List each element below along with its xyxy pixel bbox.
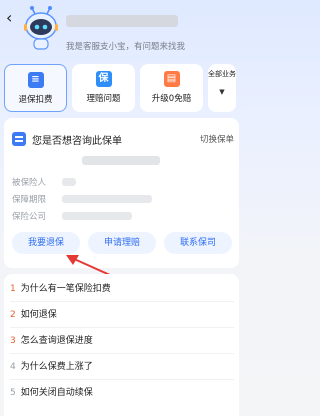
- faq-number: 2: [10, 310, 16, 320]
- policy-card: 您是否想咨询此保单 切换保单 被保险人 保障期限 保险公司 我要退保 申请理赔 …: [4, 118, 239, 268]
- faq-item[interactable]: 2 如何退保: [10, 302, 234, 328]
- faq-text: 怎么查询退保进度: [20, 336, 93, 346]
- faq-number: 4: [10, 362, 16, 372]
- user-name-redacted: [66, 15, 178, 27]
- faq-item[interactable]: 3 怎么查询退保进度: [10, 328, 234, 354]
- robot-avatar: [24, 6, 58, 50]
- policy-card-header: 您是否想咨询此保单 切换保单: [12, 132, 234, 147]
- quick-action-label: 升级0免赔: [151, 94, 192, 104]
- insured-label: 被保险人: [12, 178, 47, 188]
- faq-list: 1 为什么有一笔保险扣费 2 如何退保 3 怎么查询退保进度 4 为什么保费上涨了 5如…: [4, 274, 239, 416]
- coverage-period-value-redacted: [62, 195, 152, 203]
- chevron-left-icon: ‹: [6, 8, 13, 27]
- apply-claim-button[interactable]: 申请理赔: [88, 232, 156, 254]
- insurer-label: 保险公司: [12, 212, 47, 222]
- quick-action-label: 理赔问题: [86, 94, 121, 104]
- faq-number: 1: [10, 284, 16, 294]
- contact-insurer-button[interactable]: 联系保司: [164, 232, 232, 254]
- quick-action-label: 全部业务: [208, 70, 236, 78]
- quick-action-upgrade[interactable]: ▤ 升级0免赔: [140, 64, 203, 112]
- faq-text: 为什么保费上涨了: [20, 362, 93, 372]
- quick-actions: ≡ 退保扣费 保 理赔问题 ▤ 升级0免赔 全部业务 ▼: [4, 64, 243, 112]
- policy-card-title: 您是否想咨询此保单: [32, 136, 122, 147]
- faq-item[interactable]: 5 如何关闭自动续保: [10, 380, 234, 406]
- faq-number: 3: [10, 336, 16, 346]
- faq-item[interactable]: 1 为什么有一笔保险扣费: [10, 276, 234, 302]
- assistant-greeting: 我是客服支小宝，有问题来找我: [66, 42, 186, 52]
- coverage-period-label: 保障期限: [12, 195, 47, 205]
- chevron-down-icon: ▼: [219, 88, 225, 96]
- faq-number: 5: [10, 388, 16, 398]
- book-icon: ▤: [163, 71, 180, 87]
- faq-text: 如何退保: [20, 310, 57, 320]
- insured-value-redacted: [62, 178, 76, 186]
- faq-text: 为什么有一笔保险扣费: [20, 284, 111, 294]
- switch-policy-link[interactable]: 切换保单: [200, 133, 234, 145]
- all-services-button[interactable]: 全部业务 ▼: [208, 64, 236, 112]
- document-icon: [12, 132, 26, 146]
- quick-action-claims[interactable]: 保 理赔问题: [72, 64, 135, 112]
- faq-item[interactable]: 4 为什么保费上涨了: [10, 354, 234, 380]
- quick-action-label: 退保扣费: [18, 95, 53, 105]
- insurer-value-redacted: [62, 212, 132, 220]
- bao-icon: 保: [95, 71, 112, 87]
- policy-name-redacted: [82, 156, 160, 165]
- faq-text: 如何关闭自动续保: [20, 388, 93, 398]
- quick-action-refund-deduction[interactable]: ≡ 退保扣费: [4, 64, 67, 112]
- cancel-policy-button[interactable]: 我要退保: [12, 232, 80, 254]
- document-icon: ≡: [27, 72, 44, 88]
- back-button[interactable]: ‹: [6, 10, 20, 26]
